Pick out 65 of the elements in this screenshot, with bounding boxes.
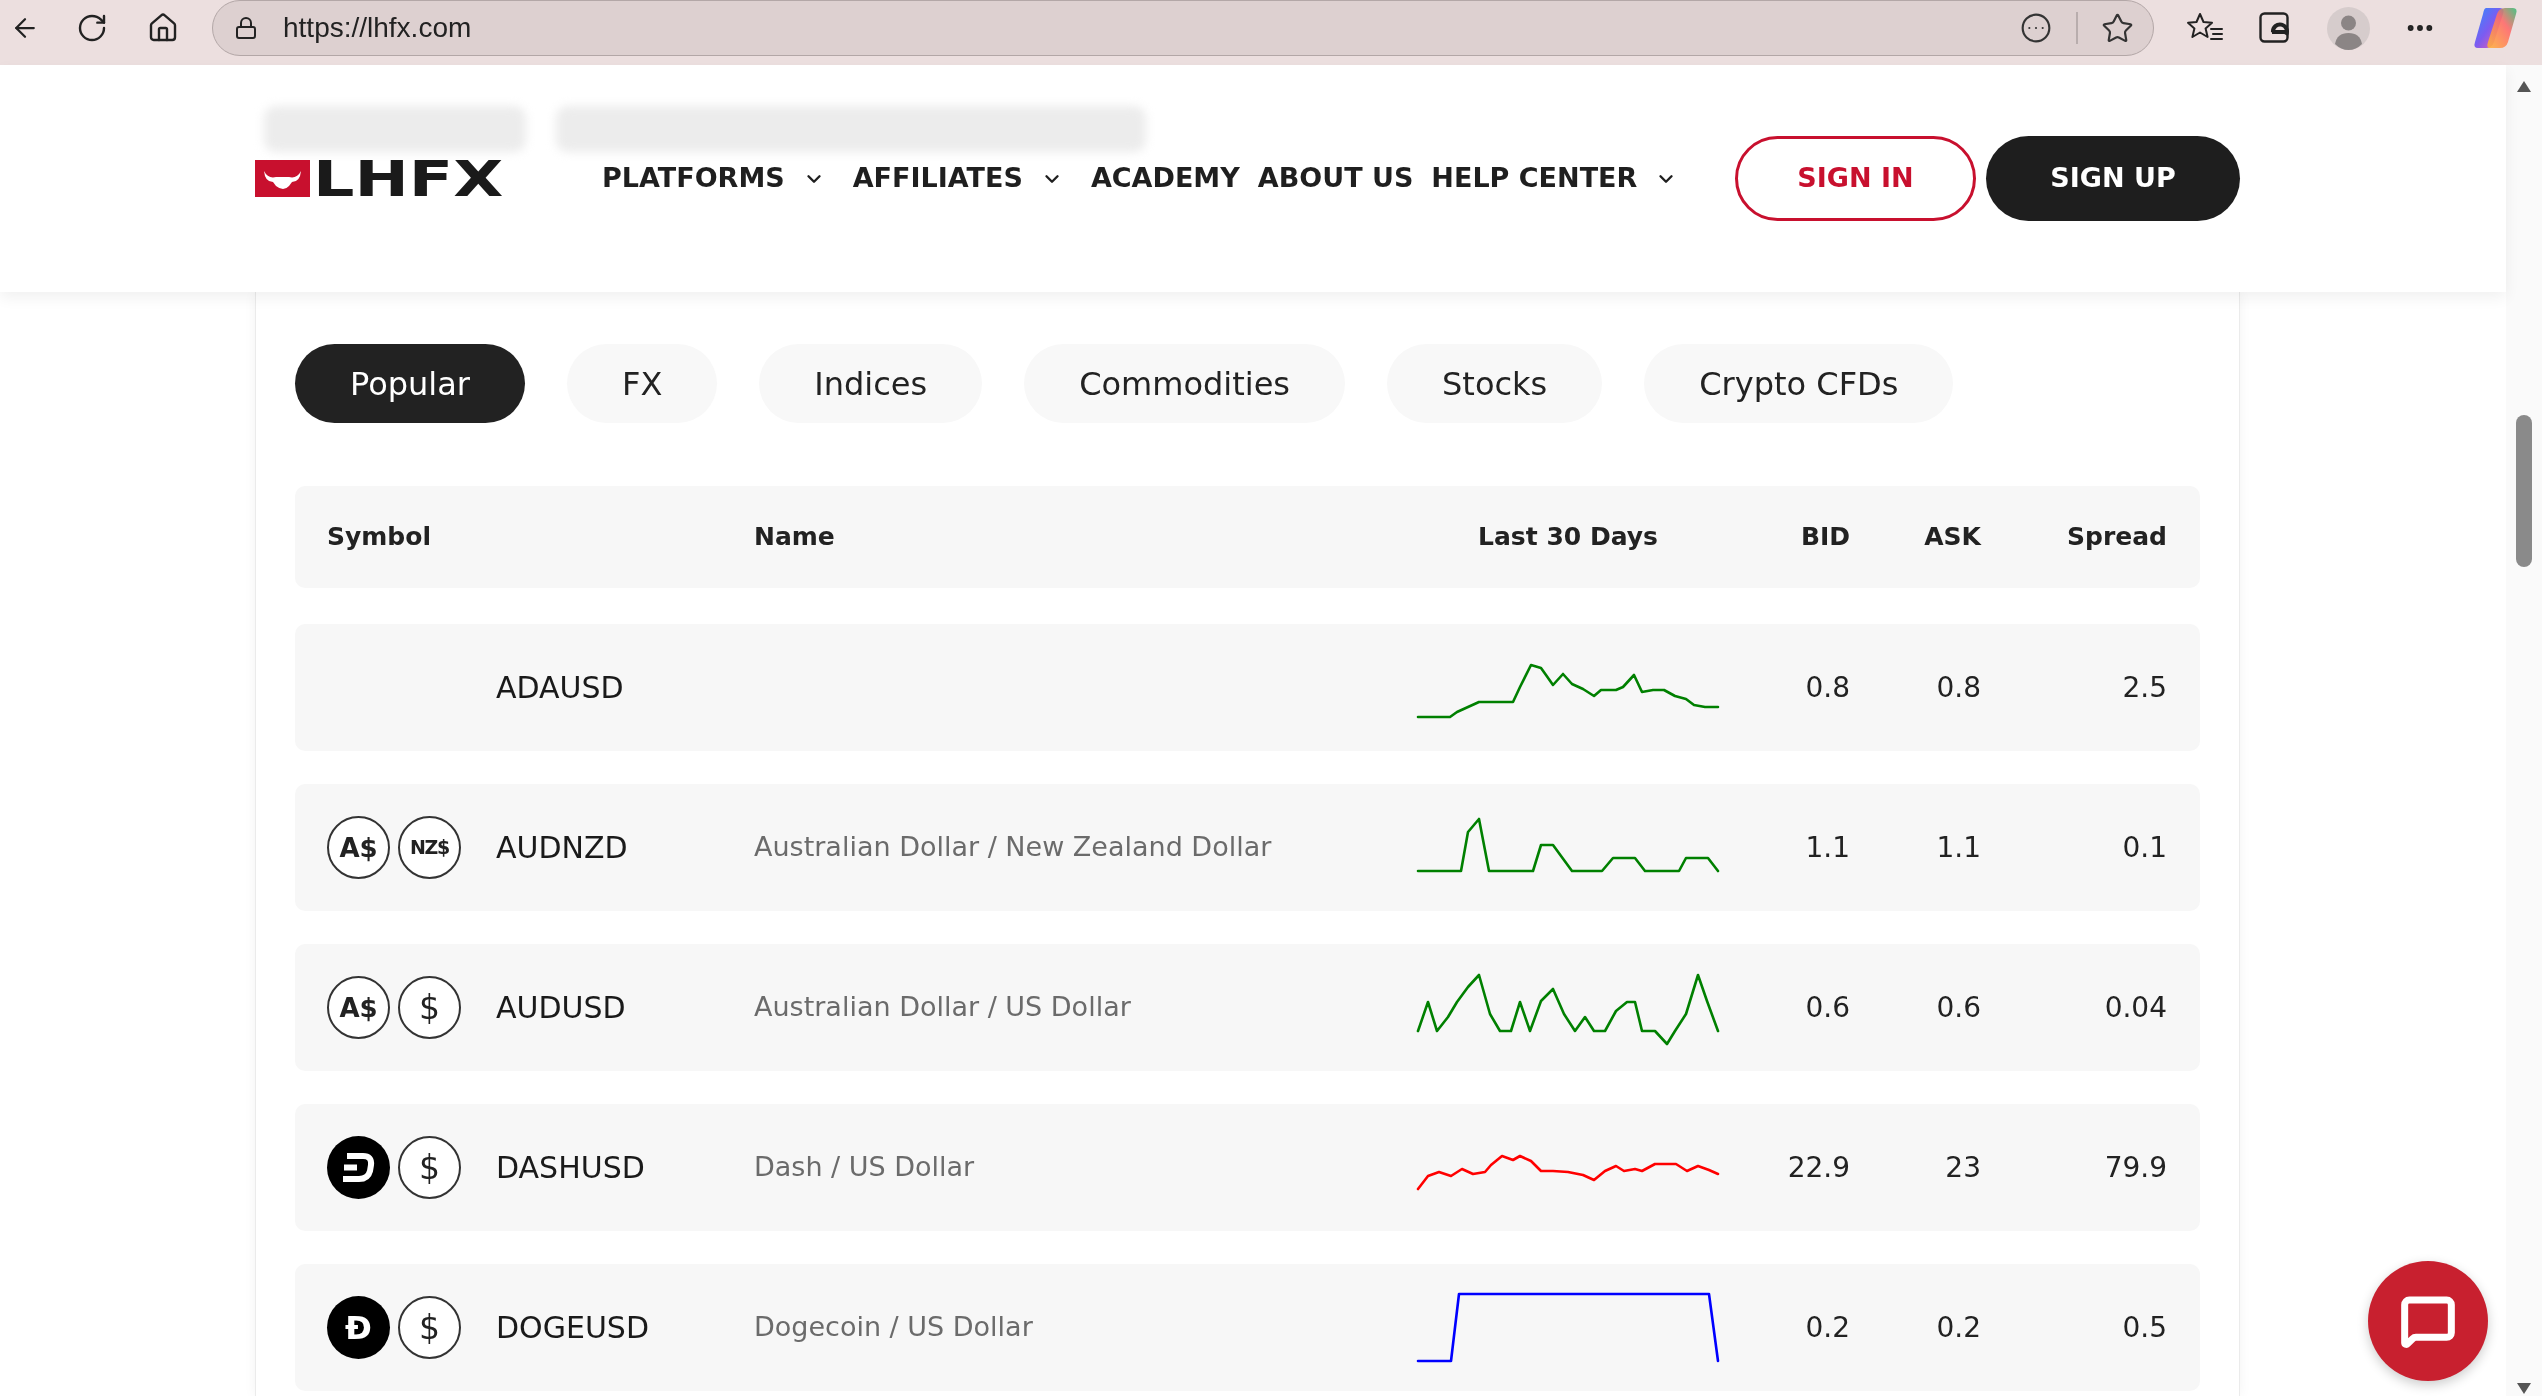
spread-value: 2.5 — [2121, 669, 2167, 706]
nav-link[interactable]: HELP CENTER — [1431, 158, 1688, 199]
nav-link[interactable]: ACADEMY — [1090, 158, 1240, 199]
category-tab[interactable]: Stocks — [1387, 344, 1603, 423]
symbol-text: AUDNZD — [496, 829, 628, 867]
ask-value: 0.6 — [1935, 989, 1981, 1026]
instrument-name: Dash / US Dollar — [754, 1150, 975, 1185]
reload-icon[interactable] — [76, 12, 108, 44]
currency-icon: NZ$ — [398, 816, 461, 879]
scroll-down-icon[interactable] — [2517, 1383, 2531, 1394]
column-header: Symbol — [327, 521, 432, 554]
column-header: Last 30 Days — [1477, 521, 1659, 554]
instrument-name: Dogecoin / US Dollar — [754, 1310, 1033, 1345]
lock-icon — [234, 16, 258, 40]
category-tab[interactable]: FX — [567, 344, 718, 423]
instrument-name: Australian Dollar / New Zealand Dollar — [754, 830, 1272, 865]
nav-link[interactable]: PLATFORMS — [602, 158, 835, 199]
gradient-logo-icon[interactable] — [2472, 6, 2519, 50]
bull-logo-icon — [255, 160, 310, 197]
spread-value: 0.04 — [2103, 989, 2167, 1026]
more-icon[interactable] — [2020, 12, 2052, 44]
category-tab[interactable]: Crypto CFDs — [1644, 344, 1954, 423]
sign-up-button[interactable]: SIGN UP — [1986, 136, 2240, 221]
bid-value: 0.6 — [1804, 989, 1850, 1026]
column-header: ASK — [1923, 521, 1981, 554]
spread-value: 0.5 — [2121, 1309, 2167, 1346]
bid-value: 0.2 — [1804, 1309, 1850, 1346]
symbol-text: DOGEUSD — [496, 1309, 650, 1347]
home-icon[interactable] — [147, 12, 179, 44]
chat-button[interactable] — [2368, 1261, 2488, 1381]
symbol-text: ADAUSD — [496, 669, 624, 707]
currency-icon: $ — [398, 1136, 461, 1199]
currency-icon: A$ — [327, 816, 390, 879]
ask-value: 1.1 — [1935, 829, 1981, 866]
currency-icon: A$ — [327, 976, 390, 1039]
ask-value: 0.8 — [1935, 669, 1981, 706]
category-tab[interactable]: Indices — [759, 344, 983, 423]
ask-value: 0.2 — [1935, 1309, 1981, 1346]
coin-icon — [327, 1136, 390, 1199]
currency-icon: $ — [398, 976, 461, 1039]
instrument-name: Australian Dollar / US Dollar — [754, 990, 1131, 1025]
category-tab[interactable]: Popular — [295, 344, 525, 423]
bid-value: 0.8 — [1804, 669, 1850, 706]
bid-value: 1.1 — [1804, 829, 1850, 866]
spread-value: 0.1 — [2121, 829, 2167, 866]
column-header: Name — [754, 521, 836, 554]
scroll-up-icon[interactable] — [2517, 81, 2531, 92]
category-tab[interactable]: Commodities — [1024, 344, 1346, 423]
star-icon[interactable] — [2101, 11, 2134, 45]
spread-value: 79.9 — [2103, 1149, 2167, 1186]
profile-avatar-icon[interactable] — [2327, 6, 2370, 50]
scrollbar-thumb[interactable] — [2516, 415, 2532, 567]
column-header: BID — [1799, 521, 1850, 554]
bid-value: 22.9 — [1786, 1149, 1850, 1186]
ask-value: 23 — [1944, 1149, 1981, 1186]
sign-in-button[interactable]: SIGN IN — [1735, 136, 1976, 221]
currency-icon: Ð — [327, 1296, 390, 1359]
address-bar[interactable]: https://lhfx.com — [212, 0, 2154, 56]
symbol-text: DASHUSD — [496, 1149, 645, 1187]
logo-wordmark[interactable]: LHFX — [313, 153, 504, 204]
column-header: Spread — [2066, 521, 2167, 554]
nav-link[interactable]: ABOUT US — [1257, 158, 1414, 199]
symbol-text: AUDUSD — [496, 989, 626, 1027]
currency-icon: $ — [398, 1296, 461, 1359]
nav-link[interactable]: AFFILIATES — [852, 158, 1073, 199]
